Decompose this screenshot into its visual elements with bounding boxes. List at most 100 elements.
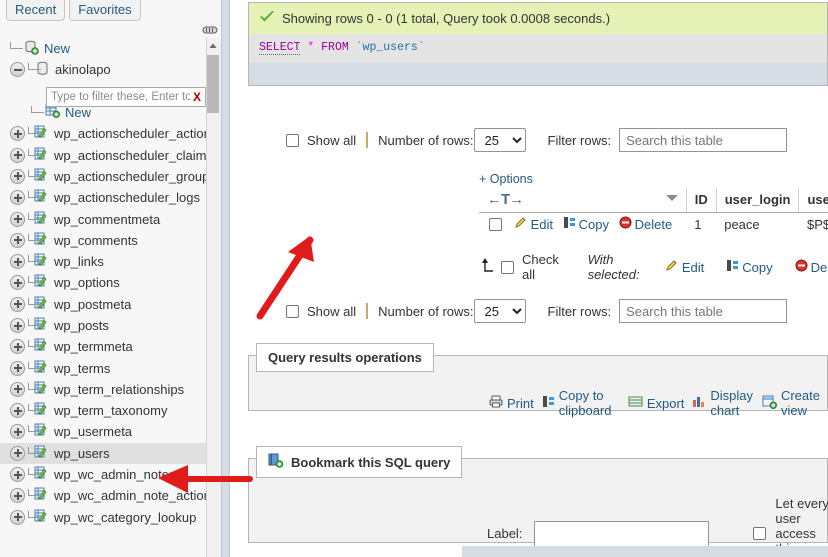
tree-item-database-akinolapo[interactable]: akinolapo xyxy=(0,59,222,80)
tree-item-table-wp-actionscheduler-claim[interactable]: wp_actionscheduler_claim xyxy=(0,144,222,165)
tree-item-table-wp-wc-admin-notes[interactable]: wp_wc_admin_notes xyxy=(0,464,222,485)
tree-expand-toggle[interactable] xyxy=(10,126,25,142)
tree-expand-toggle[interactable] xyxy=(10,509,25,525)
row-delete-button[interactable]: Delete xyxy=(619,216,672,232)
tree-expand-toggle[interactable] xyxy=(10,488,25,504)
tree-item-table-wp-commentmeta[interactable]: wp_commentmeta xyxy=(0,208,222,229)
tree-item-table-wp-wc-admin-note-action[interactable]: wp_wc_admin_note_action xyxy=(0,485,222,506)
tree-expand-toggle[interactable] xyxy=(10,360,25,376)
tree-item-table-wp-users[interactable]: wp_users xyxy=(0,442,222,464)
filter-rows-input-top[interactable] xyxy=(619,128,788,152)
create-view-button[interactable]: Create view xyxy=(762,388,820,418)
tree-elbow xyxy=(28,255,41,268)
tree-expand-toggle[interactable] xyxy=(10,232,25,248)
tree-item-table-wp-options[interactable]: wp_options xyxy=(0,272,222,293)
tree-elbow xyxy=(28,297,41,311)
bookmark-label-input[interactable] xyxy=(534,520,710,547)
tree-item-table-wp-postmeta[interactable]: wp_postmeta xyxy=(0,294,222,315)
tree-item-table-wp-termmeta[interactable]: wp_termmeta xyxy=(0,336,222,357)
sql-query-display[interactable]: SELECT * FROM `wp_users` xyxy=(249,34,827,63)
tree-item-table-wp-actionscheduler-logs[interactable]: wp_actionscheduler_logs xyxy=(0,187,222,208)
tree-expand-toggle[interactable] xyxy=(10,168,25,184)
tab-recent[interactable]: Recent xyxy=(6,0,66,21)
tree-expand-toggle[interactable] xyxy=(10,254,25,270)
sidebar-scrollbar-thumb[interactable] xyxy=(207,55,219,113)
show-all-label-bottom: Show all xyxy=(307,303,357,319)
tree-expand-toggle[interactable] xyxy=(10,275,25,291)
show-all-checkbox-top[interactable] xyxy=(286,133,299,147)
tree-item-table-wp-links[interactable]: wp_links xyxy=(0,251,222,272)
tree-item-table-wp-posts[interactable]: wp_posts xyxy=(0,315,222,336)
sidebar-filter[interactable]: X xyxy=(46,87,206,107)
bookmark-public-checkbox[interactable] xyxy=(753,527,767,540)
sql-keyword-from: FROM xyxy=(321,41,349,54)
green-check-icon xyxy=(259,10,275,27)
tree-item-table-wp-term-relationships[interactable]: wp_term_relationships xyxy=(0,379,222,400)
chain-link-icon[interactable] xyxy=(202,24,218,36)
tree-item-table-wp-terms[interactable]: wp_terms xyxy=(0,357,222,378)
table-header-id[interactable]: ID xyxy=(685,188,717,213)
tree-item-new-database[interactable]: New xyxy=(0,38,222,59)
show-all-checkbox-bottom[interactable] xyxy=(286,304,299,318)
sql-panel-footer xyxy=(249,63,827,85)
export-button[interactable]: Export xyxy=(628,395,684,411)
tree-item-table-wp-wc-category-lookup[interactable]: wp_wc_category_lookup xyxy=(0,507,222,528)
with-selected-edit-button[interactable]: Edit xyxy=(665,259,704,275)
check-all-label: Check all xyxy=(522,252,559,282)
success-message-bar: Showing rows 0 - 0 (1 total, Query took … xyxy=(249,3,827,34)
tree-elbow xyxy=(10,42,24,55)
tree-elbow xyxy=(28,233,41,247)
tree-elbow xyxy=(28,340,41,353)
sidebar-filter-input[interactable] xyxy=(51,91,190,103)
tree-expand-toggle[interactable] xyxy=(10,381,25,397)
tree-item-table-wp-actionscheduler-group[interactable]: wp_actionscheduler_group xyxy=(0,166,222,187)
tree-elbow xyxy=(28,425,41,438)
tree-item-table-wp-actionscheduler-action[interactable]: wp_actionscheduler_action xyxy=(0,123,222,144)
tree-item-table-wp-comments[interactable]: wp_comments xyxy=(0,230,222,251)
row-select-checkbox[interactable] xyxy=(489,218,502,231)
display-chart-button[interactable]: Display chart xyxy=(692,388,754,418)
filter-rows-input-bottom[interactable] xyxy=(619,299,788,323)
number-of-rows-select-top[interactable]: 2550100250500 xyxy=(473,128,526,152)
tree-expand-toggle[interactable] xyxy=(10,147,25,163)
row-edit-button[interactable]: Edit xyxy=(514,216,553,232)
pencil-icon xyxy=(514,216,528,232)
tree-elbow xyxy=(28,510,41,524)
tree-item-table-wp-usermeta[interactable]: wp_usermeta xyxy=(0,421,222,442)
main-content: Showing rows 0 - 0 (1 total, Query took … xyxy=(231,0,828,557)
tree-expand-toggle[interactable] xyxy=(10,190,25,206)
print-button[interactable]: Print xyxy=(489,395,534,411)
tree-expand-toggle[interactable] xyxy=(10,403,25,419)
scroll-up-icon[interactable] xyxy=(207,40,219,52)
tree-item-table-wp-term-taxonomy[interactable]: wp_term_taxonomy xyxy=(0,400,222,421)
bar-chart-icon xyxy=(692,395,706,411)
tree-expand-toggle[interactable] xyxy=(10,424,25,440)
row-edit-label: Edit xyxy=(530,216,554,232)
chevron-down-icon[interactable] xyxy=(665,195,678,201)
export-icon xyxy=(628,395,643,411)
tree-expand-toggle[interactable] xyxy=(10,445,25,461)
sidebar-scrollbar-track[interactable] xyxy=(206,38,221,557)
tree-expand-toggle[interactable] xyxy=(10,318,25,333)
number-of-rows-select-bottom[interactable]: 2550100250500 xyxy=(473,299,526,323)
bookmark-legend-text: Bookmark this SQL query xyxy=(291,454,451,470)
table-header-user-pass[interactable]: user_pass xyxy=(798,188,828,213)
tree-collapse-toggle[interactable] xyxy=(10,62,25,78)
tree-expand-toggle[interactable] xyxy=(10,296,25,312)
with-selected-copy-button[interactable]: Copy xyxy=(726,259,773,275)
table-header-user-login[interactable]: user_login xyxy=(715,188,799,213)
options-toggle-link[interactable]: + Options xyxy=(479,172,533,186)
tree-expand-toggle[interactable] xyxy=(10,339,25,355)
tree-expand-toggle[interactable] xyxy=(10,211,25,227)
tree-expand-toggle[interactable] xyxy=(10,467,25,483)
with-selected-delete-button[interactable]: Delete xyxy=(795,259,828,275)
row-copy-button[interactable]: Copy xyxy=(563,216,609,232)
tree-elbow xyxy=(31,106,45,119)
copy-to-clipboard-button[interactable]: Copy to clipboard xyxy=(542,388,620,418)
sidebar-content-divider[interactable] xyxy=(221,0,230,557)
tab-favorites[interactable]: Favorites xyxy=(69,0,141,21)
row-actions-cell: Edit Copy Delete xyxy=(479,213,686,236)
copy-icon xyxy=(542,395,555,411)
check-all-checkbox[interactable] xyxy=(501,260,514,274)
clear-filter-icon[interactable]: X xyxy=(193,90,201,104)
